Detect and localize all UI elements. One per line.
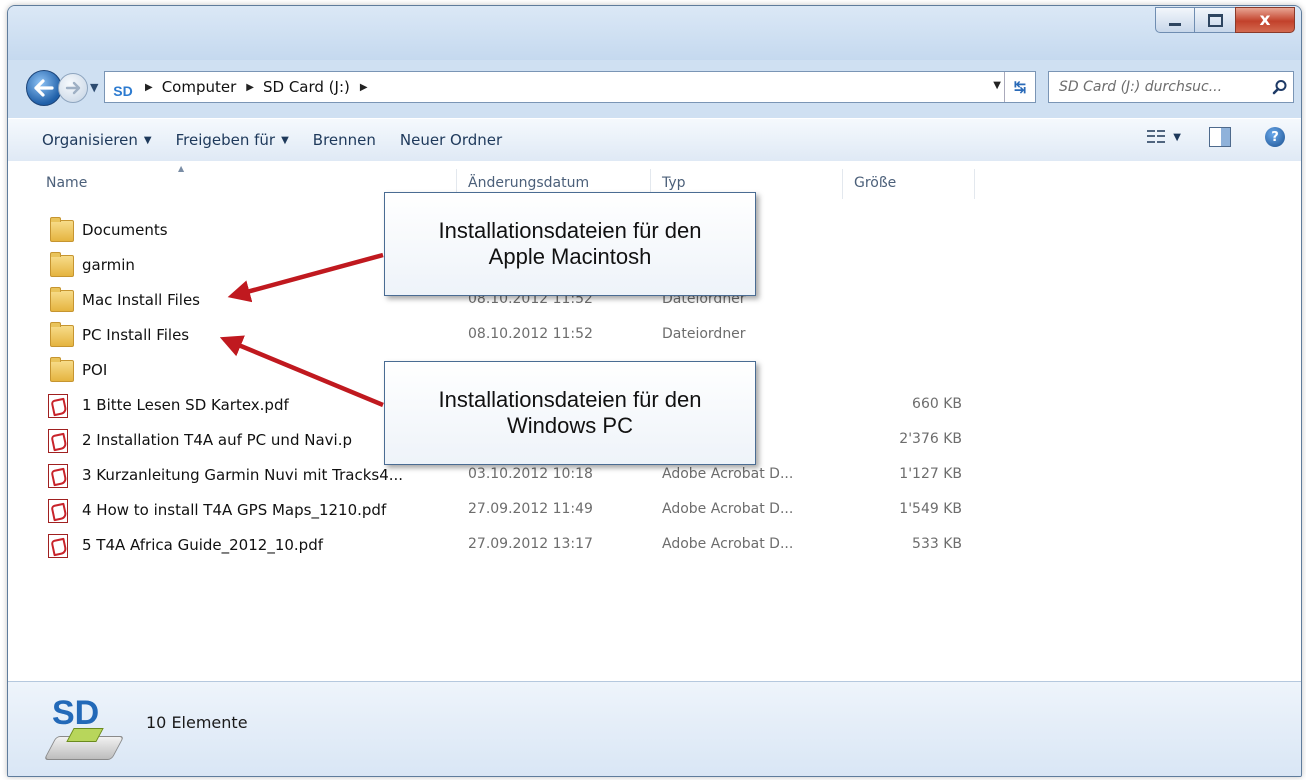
title-bar: x (8, 6, 1301, 60)
folder-icon (50, 357, 74, 382)
column-divider[interactable] (974, 169, 975, 199)
search-input[interactable]: SD Card (J:) durchsuc... (1059, 79, 1267, 95)
callout-pc-install: Installationsdateien für den Windows PC (384, 361, 756, 465)
folder-icon (50, 287, 74, 312)
details-pane: SD 10 Elemente (8, 681, 1301, 776)
command-bar: Organisieren ▼ Freigeben für ▼ Brennen Neu… (8, 118, 1301, 162)
refresh-icon: ↹ (1013, 78, 1027, 96)
column-header-type[interactable]: Typ (662, 175, 686, 191)
pdf-icon (48, 394, 68, 418)
address-dropdown-icon[interactable]: ▼ (993, 80, 1001, 91)
pdf-icon (48, 464, 68, 488)
folder-icon (50, 217, 74, 242)
column-header-name[interactable]: Name (46, 175, 87, 191)
breadcrumb-separator-icon[interactable]: ▶ (145, 82, 153, 93)
address-bar[interactable]: SD ▶ Computer ▶ SD Card (J:) ▶ ▼ ↹ (104, 71, 1036, 103)
window-controls: x (1155, 7, 1295, 33)
breadcrumb-separator-icon[interactable]: ▶ (360, 82, 368, 93)
sd-card-icon: SD (113, 83, 133, 99)
file-list: ▲ Name Änderungsdatum Typ Größe Document… (8, 161, 1301, 681)
back-arrow-icon (34, 79, 54, 97)
organize-menu-button[interactable]: Organisieren ▼ (42, 131, 152, 149)
refresh-button[interactable]: ↹ (1004, 72, 1035, 102)
burn-button[interactable]: Brennen (313, 131, 376, 149)
minimize-button[interactable] (1155, 7, 1195, 33)
close-icon: x (1259, 9, 1271, 30)
breadcrumb-computer[interactable]: Computer (162, 78, 237, 96)
breadcrumb-separator-icon[interactable]: ▶ (246, 82, 254, 93)
pdf-icon (48, 429, 68, 453)
back-button[interactable] (26, 70, 62, 106)
forward-arrow-icon (65, 81, 81, 95)
preview-pane-icon[interactable] (1209, 127, 1231, 147)
view-controls: ▼ ? (1147, 127, 1285, 147)
column-header-size[interactable]: Größe (854, 175, 896, 191)
view-options-dropdown[interactable]: ▼ (1173, 132, 1181, 143)
search-icon[interactable] (1267, 79, 1293, 95)
maximize-icon (1207, 13, 1223, 27)
folder-icon (50, 322, 74, 347)
explorer-window: x ▼ SD ▶ Computer ▶ SD Card (J:) ▶ ▼ ↹ S… (7, 5, 1302, 777)
forward-button[interactable] (58, 73, 88, 103)
column-header-date[interactable]: Änderungsdatum (468, 175, 589, 191)
sd-card-drive-icon: SD (43, 694, 125, 766)
list-item[interactable]: PC Install Files 08.10.2012 11:52 Dateio… (8, 318, 1301, 352)
pdf-icon (48, 499, 68, 523)
item-count: 10 Elemente (146, 713, 248, 732)
navigation-bar: ▼ SD ▶ Computer ▶ SD Card (J:) ▶ ▼ ↹ SD … (8, 68, 1301, 108)
folder-icon (50, 252, 74, 277)
pdf-icon (48, 534, 68, 558)
change-view-icon[interactable] (1147, 130, 1166, 144)
minimize-icon (1169, 22, 1181, 26)
column-divider[interactable] (842, 169, 843, 199)
maximize-button[interactable] (1194, 7, 1236, 33)
callout-mac-install: Installationsdateien für den Apple Macin… (384, 192, 756, 296)
breadcrumb-sd-card[interactable]: SD Card (J:) (263, 78, 350, 96)
sort-ascending-icon: ▲ (178, 164, 185, 173)
close-button[interactable]: x (1235, 7, 1295, 33)
chevron-down-icon: ▼ (143, 134, 152, 146)
recent-pages-dropdown[interactable]: ▼ (90, 81, 98, 94)
new-folder-button[interactable]: Neuer Ordner (400, 131, 502, 149)
list-item[interactable]: 4 How to install T4A GPS Maps_1210.pdf 2… (8, 493, 1301, 527)
search-box[interactable]: SD Card (J:) durchsuc... (1048, 71, 1294, 103)
help-icon[interactable]: ? (1265, 127, 1285, 147)
chevron-down-icon: ▼ (281, 134, 289, 146)
list-item[interactable]: 5 T4A Africa Guide_2012_10.pdf 27.09.201… (8, 528, 1301, 562)
share-menu-button[interactable]: Freigeben für ▼ (176, 131, 289, 149)
